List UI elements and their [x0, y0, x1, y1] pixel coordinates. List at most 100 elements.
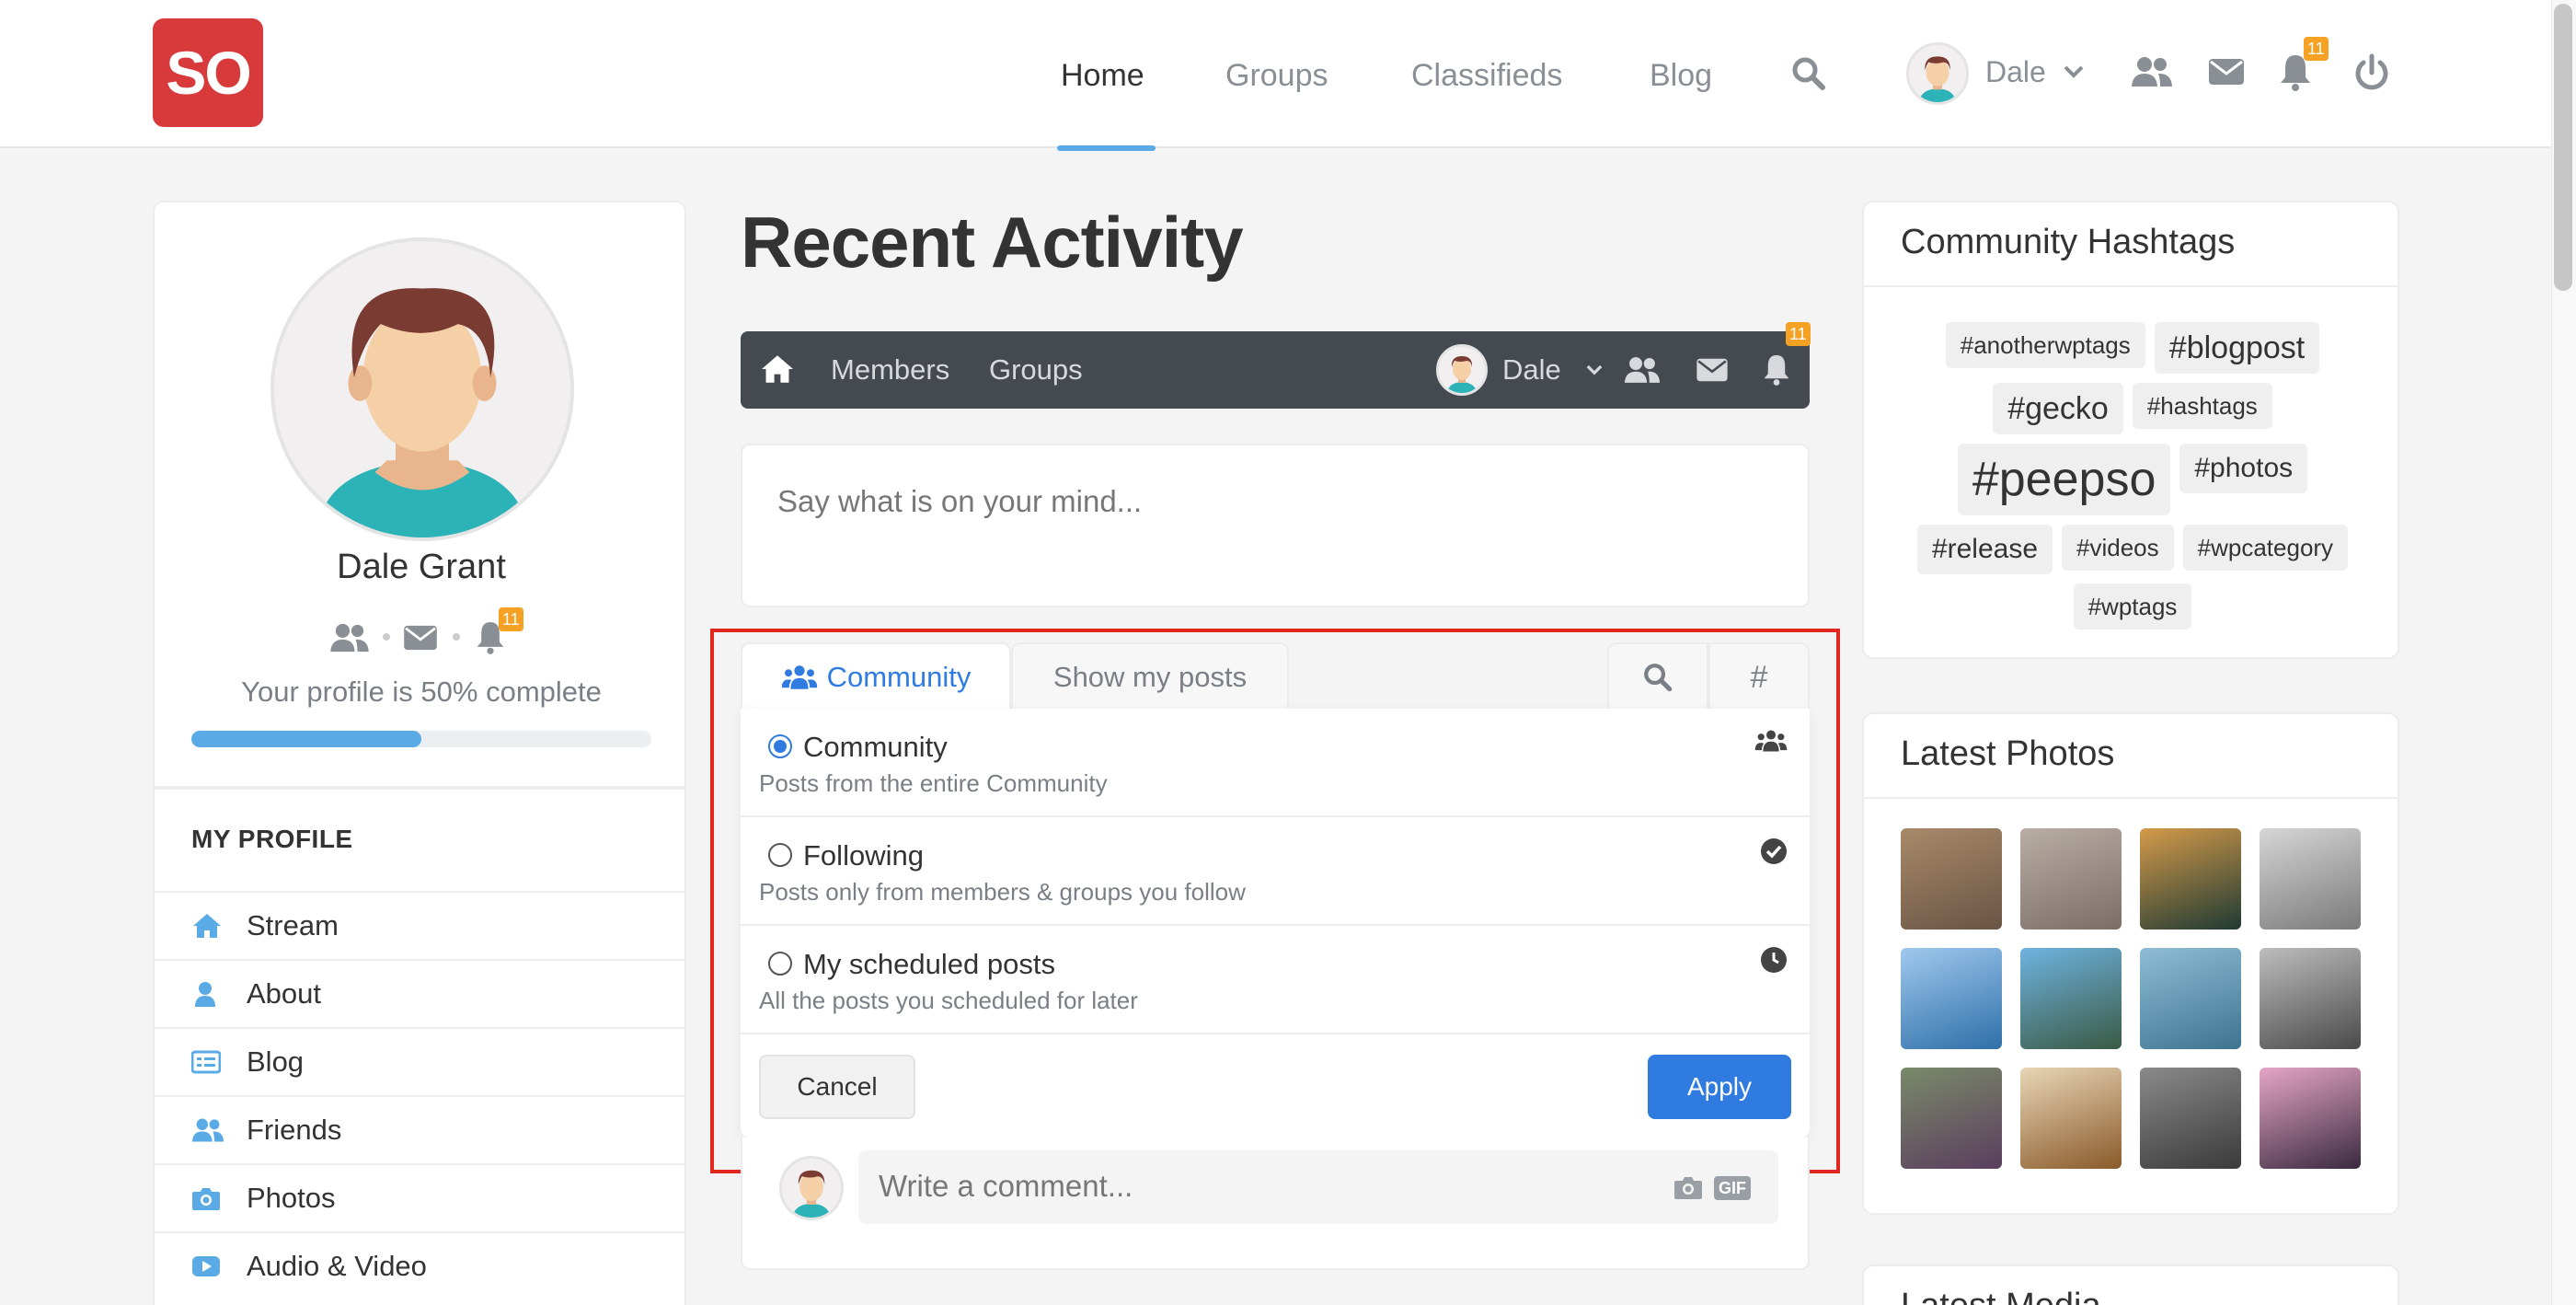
- mail-icon[interactable]: [2208, 57, 2245, 87]
- photo-thumbnail-book[interactable]: [2020, 1068, 2122, 1169]
- check-circle-icon: [1761, 838, 1787, 864]
- camera-icon: [191, 1185, 247, 1211]
- menu-item-stream[interactable]: Stream: [155, 891, 684, 959]
- nav-blog[interactable]: Blog: [1650, 48, 1712, 103]
- menu-item-about[interactable]: About: [155, 959, 684, 1027]
- tab-show-my-posts[interactable]: Show my posts: [1011, 642, 1289, 710]
- chevron-down-icon[interactable]: [1585, 363, 1604, 377]
- nav-groups[interactable]: Groups: [1225, 48, 1328, 103]
- nav-classifieds[interactable]: Classifieds: [1411, 48, 1562, 103]
- header-user-name[interactable]: Dale: [1985, 55, 2046, 89]
- filter-option-community[interactable]: Community Posts from the entire Communit…: [741, 709, 1810, 817]
- photo-thumbnail-forest-sunset[interactable]: [2140, 828, 2241, 930]
- clock-icon: [1761, 947, 1787, 973]
- search-icon[interactable]: [1790, 55, 1827, 92]
- community-hashtags-card: Community Hashtags #anotherwptags #blogpo…: [1862, 201, 2399, 659]
- user-icon: [191, 980, 247, 1008]
- chevron-down-icon[interactable]: [2063, 63, 2085, 81]
- photo-thumbnail-sky-rocks[interactable]: [2020, 948, 2122, 1049]
- hashtag-tag[interactable]: #release: [1916, 525, 2053, 574]
- menu-item-blog[interactable]: Blog: [155, 1027, 684, 1095]
- stream-filter-tabs: Community Show my posts #: [741, 642, 1810, 710]
- photo-thumbnail-forest-path[interactable]: [1901, 1068, 2002, 1169]
- mail-icon[interactable]: [1696, 357, 1729, 383]
- menu-item-photos[interactable]: Photos: [155, 1163, 684, 1231]
- hashtag-tag[interactable]: #peepso: [1957, 444, 2171, 515]
- camera-icon[interactable]: [1673, 1174, 1703, 1200]
- header-avatar[interactable]: [1906, 42, 1969, 105]
- subnav-avatar[interactable]: [1436, 344, 1488, 396]
- profile-progress-fill: [191, 731, 421, 747]
- option-description: All the posts you scheduled for later: [759, 987, 1138, 1014]
- home-icon: [191, 912, 247, 940]
- photo-thumbnail-sea-horizon[interactable]: [2140, 948, 2241, 1049]
- cancel-button[interactable]: Cancel: [759, 1055, 915, 1119]
- community-icon: [1754, 730, 1788, 752]
- comment-placeholder: Write a comment...: [879, 1169, 1133, 1203]
- hashtag-tag[interactable]: #wpcategory: [2182, 525, 2349, 571]
- search-icon: [1644, 664, 1673, 692]
- notification-badge: 11: [499, 607, 523, 631]
- friends-icon[interactable]: [1624, 355, 1661, 385]
- bell-icon[interactable]: [1762, 353, 1791, 387]
- option-label: Following: [803, 839, 924, 872]
- radio-community[interactable]: [768, 734, 792, 758]
- hashtag-tag[interactable]: #anotherwptags: [1945, 322, 2145, 368]
- hashtag-tag[interactable]: #hashtags: [2132, 383, 2272, 429]
- hashtag-tag[interactable]: #blogpost: [2154, 322, 2320, 374]
- filter-option-scheduled[interactable]: My scheduled posts All the posts you sch…: [741, 926, 1810, 1034]
- photo-thumbnail-bw-landscape[interactable]: [2260, 828, 2361, 930]
- hashtag-tag[interactable]: #wptags: [2073, 583, 2192, 629]
- friends-icon[interactable]: [329, 622, 370, 653]
- friends-icon[interactable]: [2131, 55, 2173, 88]
- nav-home[interactable]: Home: [1061, 48, 1144, 103]
- hashtag-cloud: #anotherwptags #blogpost #gecko #hashtags #p…: [1892, 322, 2374, 629]
- option-description: Posts only from members & groups you fol…: [759, 878, 1246, 906]
- divider: [1864, 797, 2398, 799]
- photo-thumbnail-sea-city[interactable]: [1901, 948, 2002, 1049]
- notification-badge: 11: [1786, 322, 1811, 346]
- gif-button[interactable]: GIF: [1714, 1176, 1751, 1200]
- latest-media-title: Latest Media: [1901, 1287, 2101, 1305]
- power-icon[interactable]: [2353, 53, 2390, 92]
- subnav-user-name[interactable]: Dale: [1502, 331, 1561, 409]
- filter-hashtag-button[interactable]: #: [1708, 642, 1810, 710]
- stream-filter-dropdown: Community Posts from the entire Communit…: [741, 709, 1810, 1138]
- profile-avatar[interactable]: [270, 237, 574, 541]
- hashtag-icon: #: [1750, 659, 1768, 695]
- scrollbar-thumb[interactable]: [2554, 4, 2572, 291]
- profile-completion-text: Your profile is 50% complete: [241, 676, 602, 708]
- profile-progress-bar: [191, 731, 651, 747]
- photo-thumbnail-lighthouse[interactable]: [2260, 948, 2361, 1049]
- hashtag-tag[interactable]: #photos: [2179, 444, 2308, 493]
- apply-button[interactable]: Apply: [1648, 1055, 1791, 1119]
- photo-thumbnail-cat[interactable]: [2020, 828, 2122, 930]
- option-label: Community: [803, 731, 948, 763]
- radio-scheduled[interactable]: [768, 952, 792, 976]
- hashtag-tag[interactable]: #gecko: [1993, 383, 2123, 434]
- photo-thumbnail-bw-grass[interactable]: [2140, 1068, 2241, 1169]
- comment-input[interactable]: Write a comment... GIF: [858, 1150, 1778, 1224]
- filter-option-following[interactable]: Following Posts only from members & grou…: [741, 817, 1810, 926]
- subnav-groups[interactable]: Groups: [989, 331, 1083, 409]
- option-description: Posts from the entire Community: [759, 769, 1108, 797]
- radio-following[interactable]: [768, 843, 792, 867]
- mail-icon[interactable]: [403, 624, 438, 652]
- profile-name[interactable]: Dale Grant: [155, 548, 684, 587]
- photos-grid: [1901, 828, 2361, 1169]
- photo-thumbnail-laptop[interactable]: [1901, 828, 2002, 930]
- divider: [1864, 285, 2398, 287]
- post-compose-box[interactable]: Say what is on your mind...: [741, 444, 1810, 607]
- menu-item-label: Stream: [247, 909, 339, 941]
- menu-item-friends[interactable]: Friends: [155, 1095, 684, 1163]
- hashtags-title: Community Hashtags: [1901, 223, 2236, 261]
- hashtag-tag[interactable]: #videos: [2062, 525, 2174, 571]
- filter-search-button[interactable]: [1607, 642, 1708, 710]
- home-icon[interactable]: [759, 353, 796, 385]
- option-label: My scheduled posts: [803, 948, 1055, 980]
- menu-item-audio-video[interactable]: Audio & Video: [155, 1231, 684, 1299]
- compose-placeholder: Say what is on your mind...: [777, 484, 1143, 518]
- photo-thumbnail-blossom[interactable]: [2260, 1068, 2361, 1169]
- subnav-members[interactable]: Members: [831, 331, 949, 409]
- tab-community[interactable]: Community: [741, 642, 1011, 710]
